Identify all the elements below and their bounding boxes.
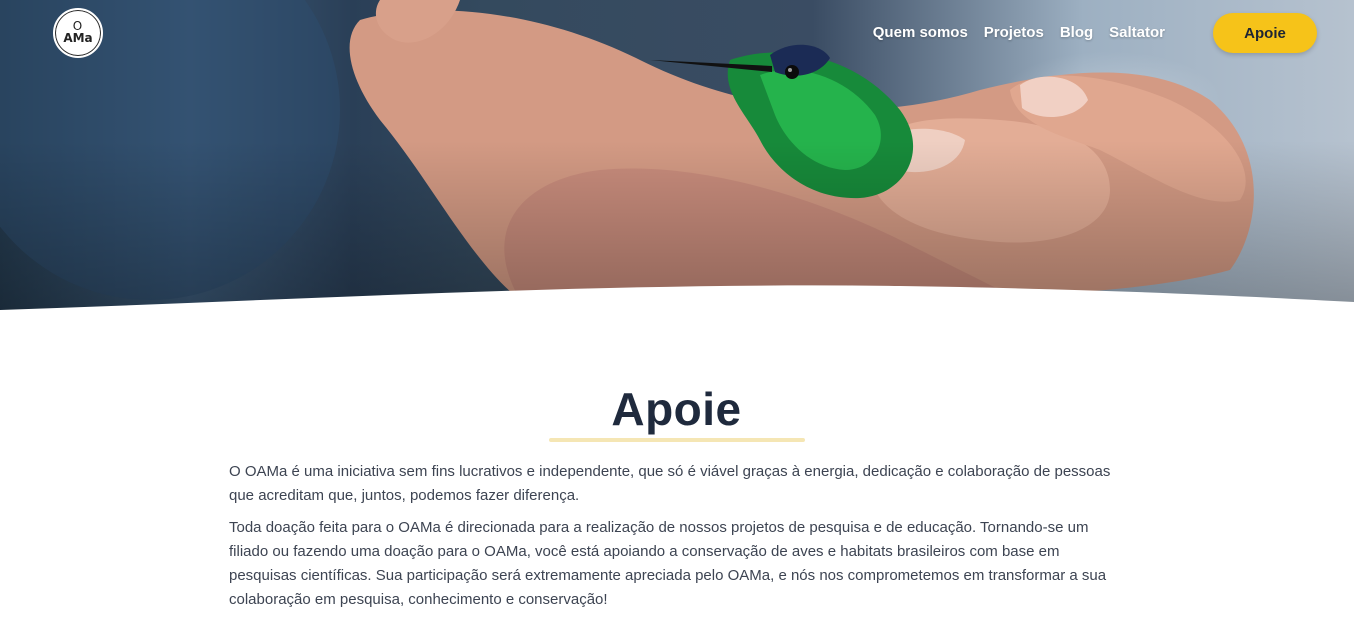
donation-paragraph: Toda doação feita para o OAMa é direcion… (229, 519, 1107, 608)
apoie-button[interactable]: Apoie (1213, 13, 1317, 53)
nav-quem-somos[interactable]: Quem somos (873, 23, 968, 43)
logo-text-bottom: AMa (63, 31, 93, 45)
main-nav: Quem somos Projetos Blog Saltator (873, 23, 1165, 43)
nav-blog[interactable]: Blog (1060, 23, 1093, 43)
hero-bottom-curve (0, 285, 1354, 312)
oama-logo[interactable]: O AMa (53, 8, 103, 58)
hero-image (0, 0, 1354, 312)
main-content: Apoie O OAMa é uma iniciativa sem fins l… (229, 380, 1124, 612)
intro-paragraph: O OAMa é uma iniciativa sem fins lucrati… (229, 463, 1111, 504)
page-title: Apoie (611, 383, 742, 435)
nav-projetos[interactable]: Projetos (984, 23, 1044, 43)
title-underline (549, 438, 805, 442)
nav-saltator[interactable]: Saltator (1109, 23, 1165, 43)
